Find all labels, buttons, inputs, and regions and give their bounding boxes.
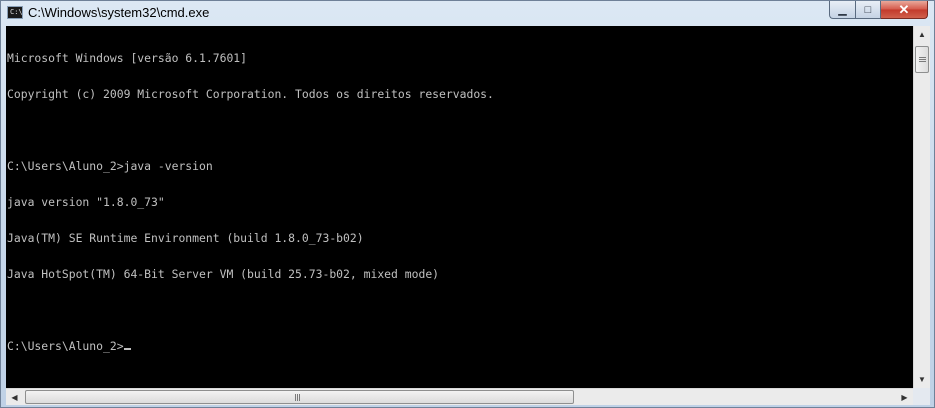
- console-line: Java HotSpot(TM) 64-Bit Server VM (build…: [7, 267, 440, 281]
- scroll-down-button[interactable]: ▼: [914, 371, 930, 388]
- console-prompt: C:\Users\Aluno_2>: [7, 339, 124, 353]
- console-line: C:\Users\Aluno_2>java -version: [7, 159, 213, 173]
- window-title: C:\Windows\system32\cmd.exe: [28, 5, 210, 20]
- grip-line: [919, 61, 926, 62]
- left-arrow-icon: ◀: [11, 392, 18, 402]
- cmd-window: C:\ C:\Windows\system32\cmd.exe ▁ □ ✕ Mi…: [0, 0, 935, 408]
- vertical-scroll-thumb[interactable]: [915, 46, 929, 73]
- grip-line: [919, 57, 926, 58]
- maximize-icon: □: [864, 3, 872, 16]
- console-line: Java(TM) SE Runtime Environment (build 1…: [7, 231, 364, 245]
- cmd-app-icon[interactable]: C:\: [7, 6, 23, 19]
- text-cursor: [123, 348, 131, 350]
- console-lines: Microsoft Windows [versão 6.1.7601] Copy…: [7, 28, 494, 376]
- console-line: Microsoft Windows [versão 6.1.7601]: [7, 51, 248, 65]
- grip-line: [919, 59, 926, 60]
- scroll-left-button[interactable]: ◀: [6, 389, 23, 405]
- title-bar[interactable]: C:\ C:\Windows\system32\cmd.exe ▁ □ ✕: [1, 1, 934, 25]
- console-line: Copyright (c) 2009 Microsoft Corporation…: [7, 87, 494, 101]
- minimize-button[interactable]: ▁: [829, 1, 855, 19]
- up-arrow-icon: ▲: [918, 30, 926, 39]
- maximize-button[interactable]: □: [855, 1, 881, 19]
- console-line: java version "1.8.0_73": [7, 195, 165, 209]
- grip-line: [295, 394, 296, 401]
- app-icon-text: C:\: [10, 8, 23, 16]
- grip-line: [297, 394, 298, 401]
- caption-buttons: ▁ □ ✕: [829, 1, 928, 20]
- vertical-scrollbar[interactable]: ▲ ▼: [913, 26, 930, 388]
- close-button[interactable]: ✕: [881, 1, 928, 19]
- minimize-icon: ▁: [838, 4, 847, 16]
- close-icon: ✕: [898, 1, 910, 17]
- resize-grip[interactable]: [913, 388, 930, 405]
- grip-line: [299, 394, 300, 401]
- console-output-area[interactable]: Microsoft Windows [versão 6.1.7601] Copy…: [6, 26, 913, 388]
- scroll-right-button[interactable]: ▶: [896, 389, 913, 405]
- right-arrow-icon: ▶: [901, 392, 908, 402]
- down-arrow-icon: ▼: [918, 375, 926, 384]
- console-prompt-line[interactable]: C:\Users\Aluno_2>: [7, 340, 494, 352]
- horizontal-scrollbar[interactable]: ◀ ▶: [6, 388, 913, 405]
- horizontal-scroll-thumb[interactable]: [25, 390, 574, 404]
- scroll-up-button[interactable]: ▲: [914, 26, 930, 43]
